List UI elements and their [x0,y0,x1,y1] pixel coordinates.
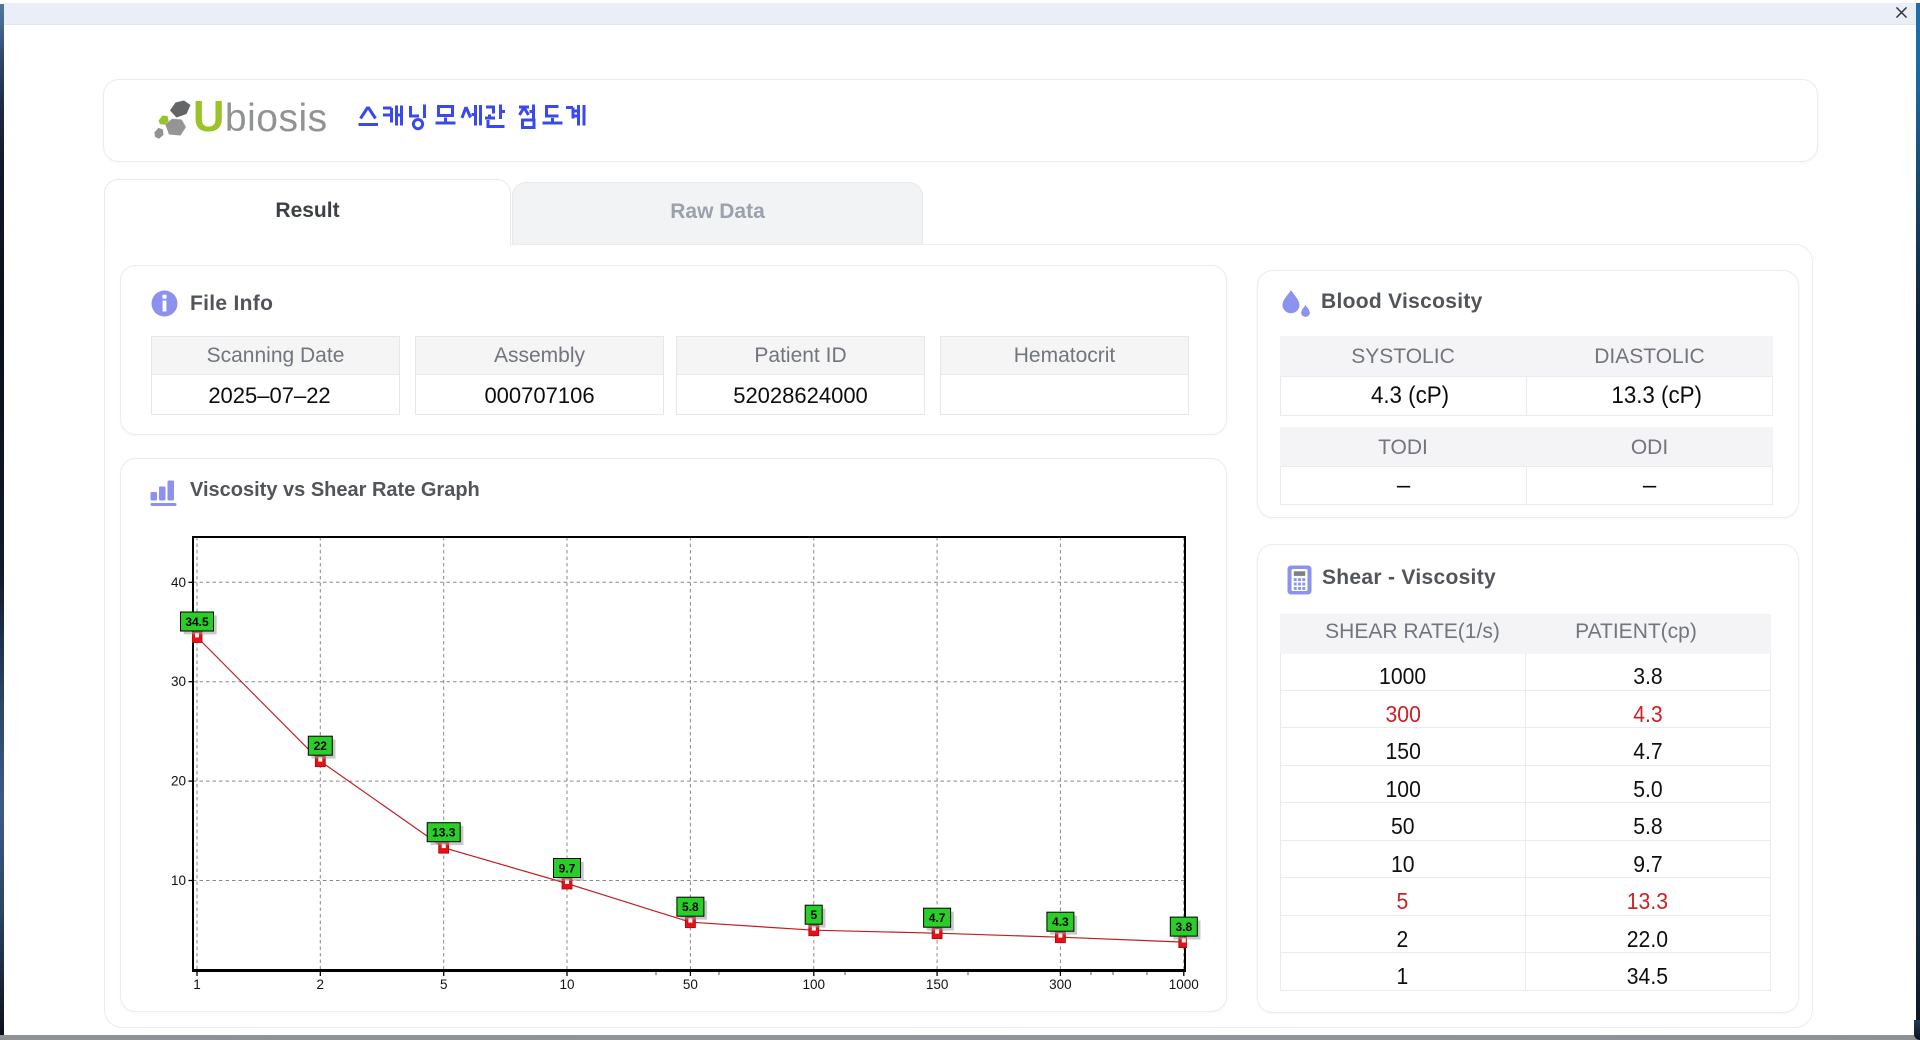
svg-text:10: 10 [171,873,186,888]
svg-text:4.7: 4.7 [929,911,946,925]
svg-text:40: 40 [171,575,186,590]
svg-text:30: 30 [171,674,186,689]
svg-text:1000: 1000 [1169,977,1199,992]
svg-text:22: 22 [314,739,328,753]
svg-text:100: 100 [803,977,826,992]
svg-text:20: 20 [171,774,186,789]
svg-text:50: 50 [683,977,698,992]
svg-text:34.5: 34.5 [185,615,209,629]
svg-text:150: 150 [926,977,949,992]
svg-text:13.3: 13.3 [432,826,456,840]
svg-text:5.8: 5.8 [682,900,699,914]
svg-text:2: 2 [317,977,325,992]
svg-text:10: 10 [559,977,574,992]
svg-text:5: 5 [810,908,817,922]
svg-text:300: 300 [1049,977,1072,992]
svg-text:3.8: 3.8 [1175,920,1192,934]
svg-text:1: 1 [193,977,201,992]
svg-text:4.3: 4.3 [1052,915,1069,929]
svg-text:9.7: 9.7 [559,862,576,876]
svg-text:5: 5 [440,977,448,992]
